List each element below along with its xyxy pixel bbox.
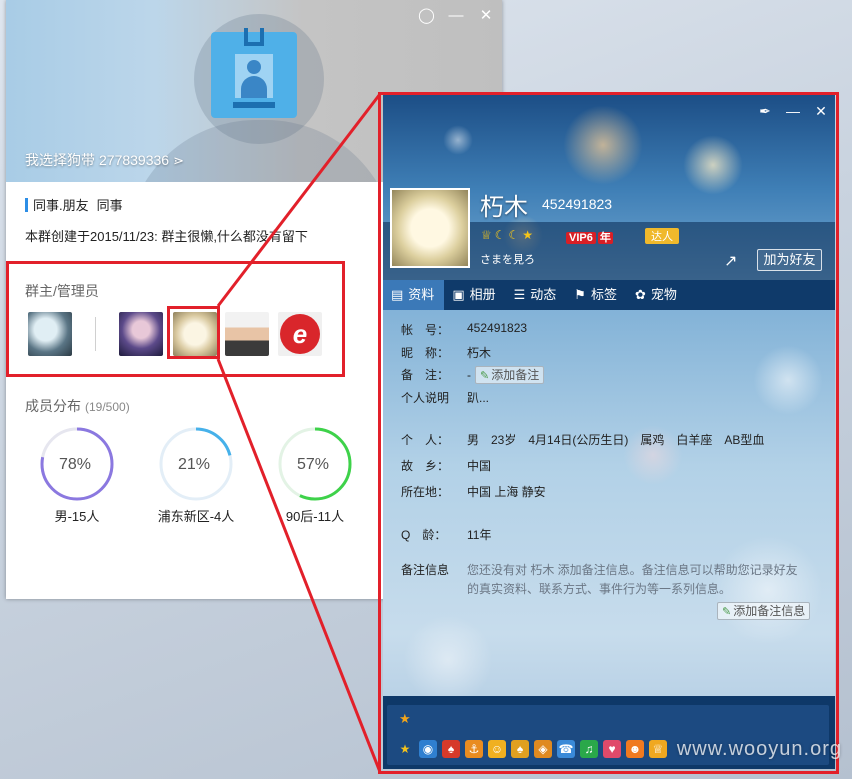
profile-highlight-box: [378, 92, 839, 774]
watermark: www.wooyun.org: [676, 738, 842, 760]
